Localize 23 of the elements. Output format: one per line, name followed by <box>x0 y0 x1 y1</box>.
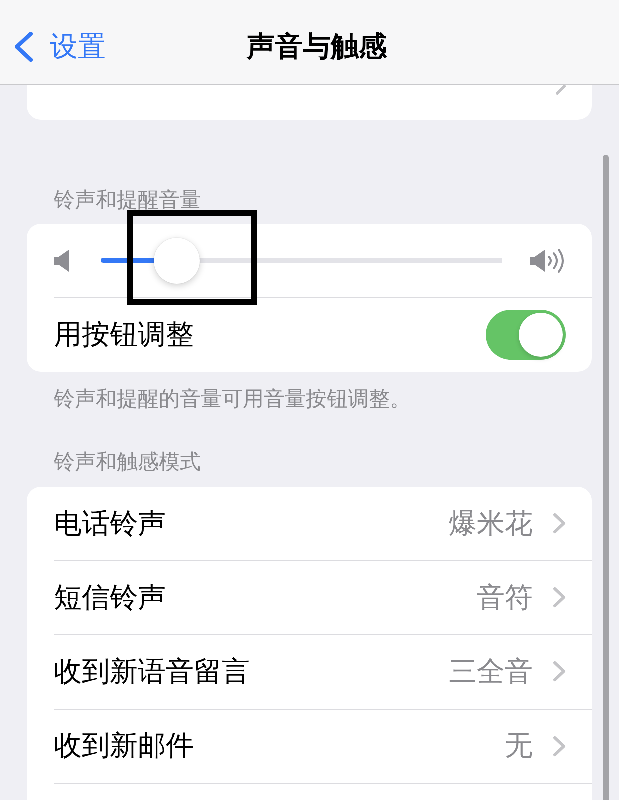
row-value: 无 <box>505 729 533 764</box>
row-label[interactable]: 收到新邮件 <box>54 729 194 764</box>
chevron-right-icon <box>553 513 566 534</box>
page-title: 声音与触感 <box>247 30 387 64</box>
row-label[interactable]: 收到新语音留言 <box>54 654 250 689</box>
setting-label: 用按钮调整 <box>54 318 194 352</box>
row-label[interactable]: 电话铃声 <box>54 506 166 541</box>
speaker-high-icon <box>530 248 566 272</box>
chevron-right-icon <box>553 736 566 757</box>
slider-thumb[interactable] <box>154 238 200 284</box>
section-header: 铃声和提醒音量 <box>54 188 202 212</box>
chevron-right-icon <box>553 587 566 608</box>
row-label[interactable]: 短信铃声 <box>54 580 166 615</box>
row-value: 三全音 <box>449 654 533 689</box>
back-button[interactable]: 设置 <box>15 30 106 64</box>
section-footer: 铃声和提醒的音量可用音量按钮调整。 <box>54 387 619 411</box>
row-value: 音符 <box>477 580 533 615</box>
chevron-left-icon <box>15 32 33 62</box>
row-value: 爆米花 <box>449 506 533 541</box>
toggle-switch[interactable] <box>486 310 566 360</box>
chevron-right-icon <box>553 661 566 682</box>
speaker-low-icon <box>54 250 70 272</box>
section-header: 铃声和触感模式 <box>54 450 202 474</box>
